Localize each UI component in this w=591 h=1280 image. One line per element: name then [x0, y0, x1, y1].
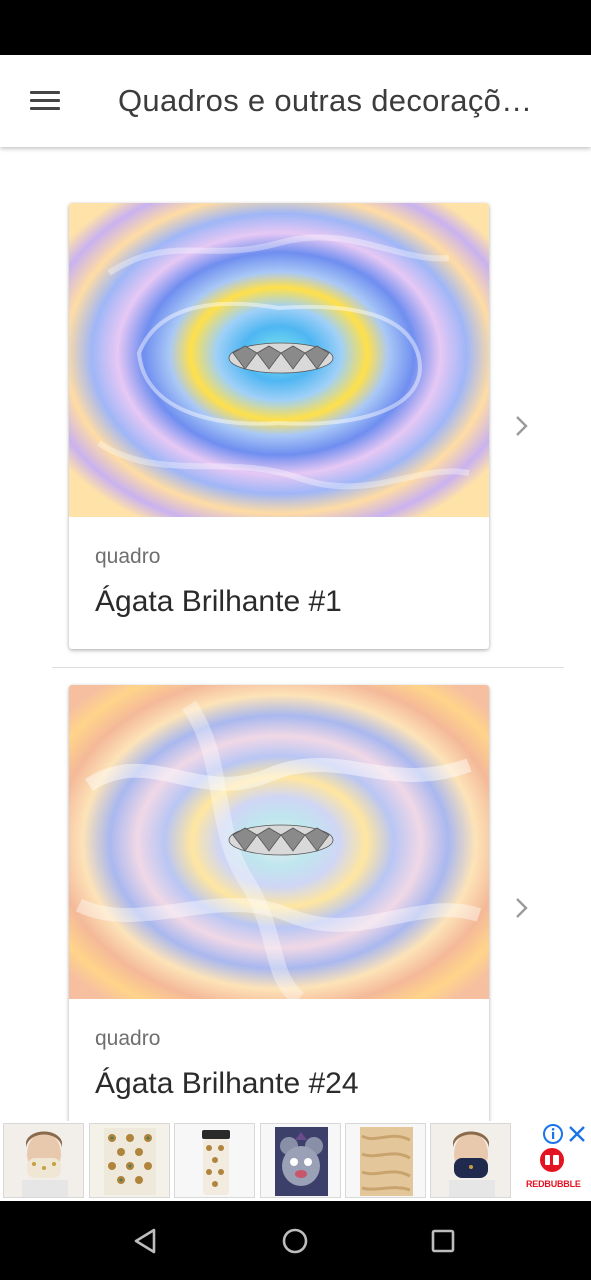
- product-image[interactable]: [69, 203, 489, 517]
- diamond-logo: [228, 342, 334, 374]
- ad-brand-logo[interactable]: REDBUBBLE: [526, 1147, 581, 1199]
- ad-product-pattern-print[interactable]: [89, 1123, 170, 1198]
- product-card[interactable]: quadro Ágata Brilhante #1: [69, 203, 489, 649]
- system-nav-bar: [0, 1201, 591, 1280]
- app-bar: Quadros e outras decoraçõ…: [0, 55, 591, 147]
- ad-product-character-print[interactable]: [260, 1123, 341, 1198]
- ad-brand-name: REDBUBBLE: [526, 1179, 581, 1189]
- ad-product-face-mask[interactable]: [3, 1123, 84, 1198]
- product-image[interactable]: [69, 685, 489, 999]
- product-list: quadro Ágata Brilhante #1 quadro Ágata B…: [0, 147, 591, 1121]
- recent-apps-square-icon[interactable]: [425, 1223, 461, 1259]
- home-circle-icon[interactable]: [277, 1223, 313, 1259]
- divider: [52, 667, 564, 668]
- product-type: quadro: [95, 1027, 161, 1050]
- product-card[interactable]: quadro Ágata Brilhante #24: [69, 685, 489, 1121]
- hamburger-menu-icon[interactable]: [18, 77, 74, 125]
- ad-product-face-mask-navy[interactable]: [430, 1123, 511, 1198]
- ad-close-icon[interactable]: [566, 1123, 588, 1145]
- chevron-right-icon[interactable]: [510, 411, 534, 441]
- ad-product-texture-print[interactable]: [345, 1123, 426, 1198]
- product-type: quadro: [95, 545, 161, 568]
- status-bar: [0, 0, 591, 55]
- page-title: Quadros e outras decoraçõ…: [118, 83, 533, 118]
- chevron-right-icon[interactable]: [510, 893, 534, 923]
- ad-product-travel-mug[interactable]: [174, 1123, 255, 1198]
- back-triangle-icon[interactable]: [128, 1223, 164, 1259]
- product-title[interactable]: Ágata Brilhante #1: [95, 585, 342, 619]
- ad-info-icon[interactable]: [542, 1123, 564, 1145]
- product-title[interactable]: Ágata Brilhante #24: [95, 1067, 359, 1101]
- diamond-logo: [228, 824, 334, 856]
- ad-banner: REDBUBBLE: [0, 1121, 591, 1201]
